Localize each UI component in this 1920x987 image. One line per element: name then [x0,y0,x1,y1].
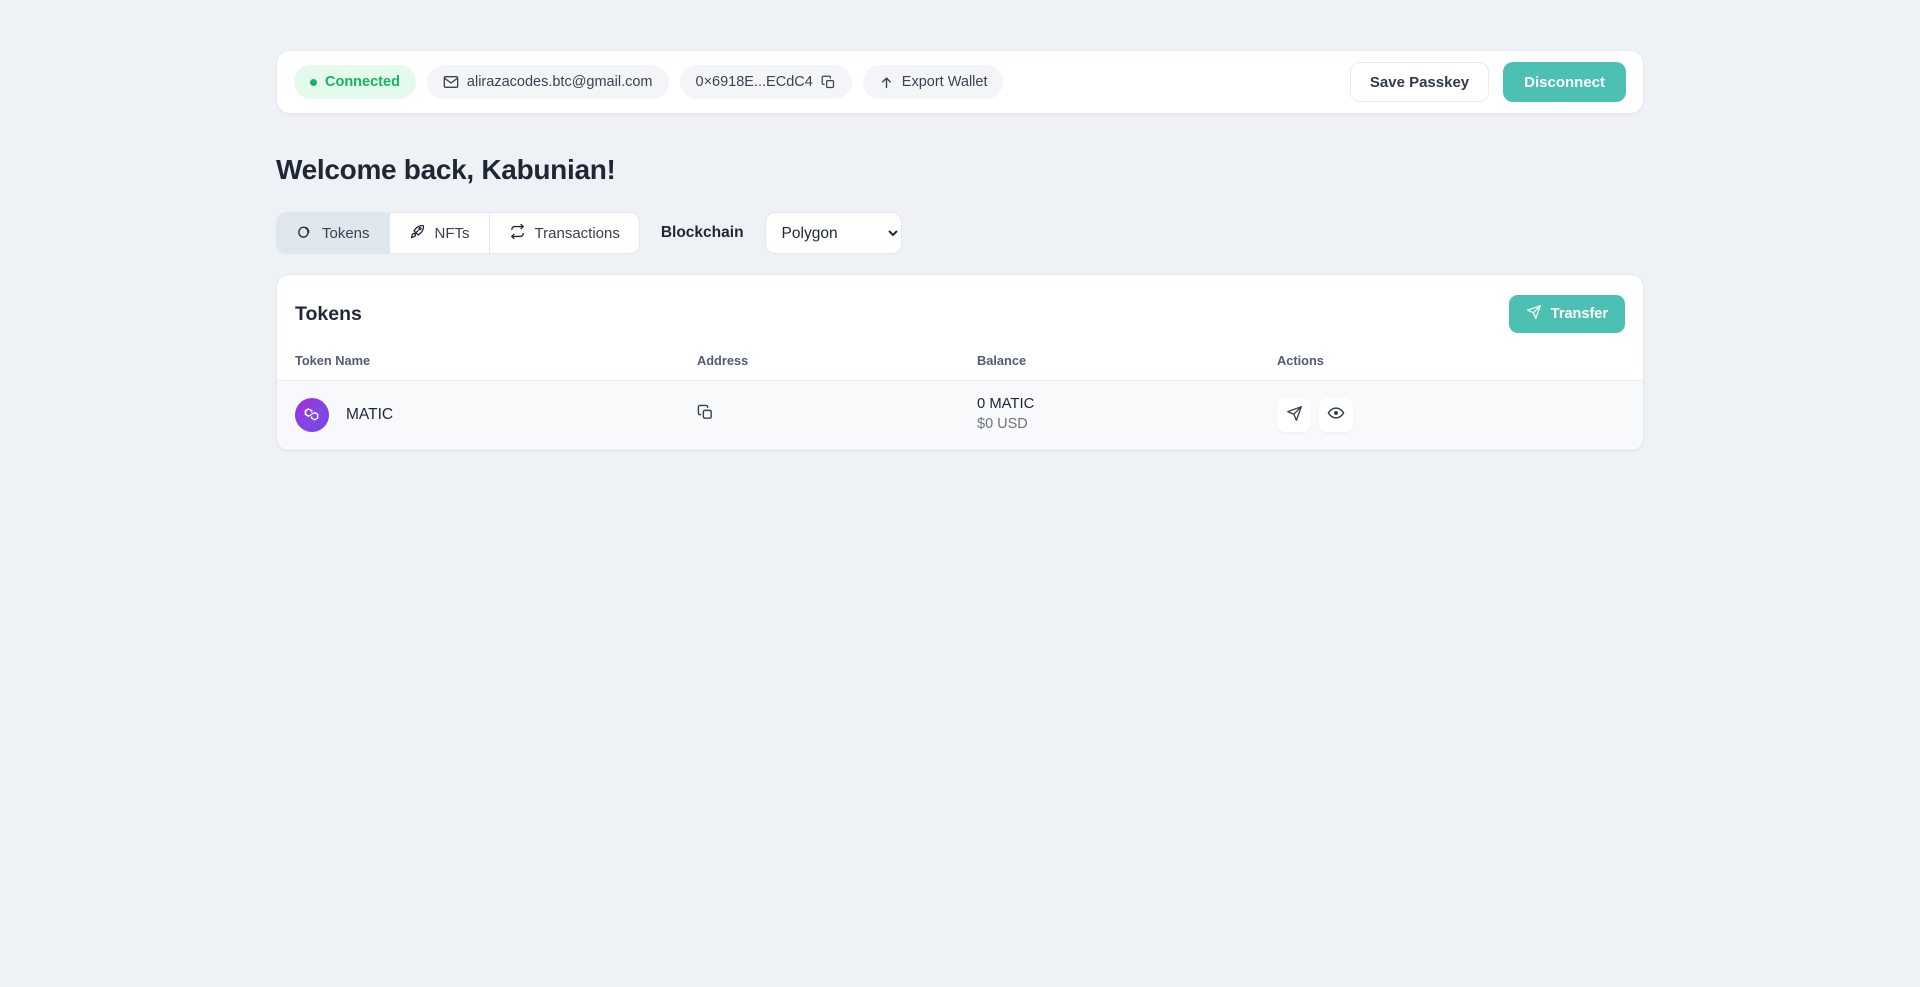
tokens-table-head: Token Name Address Balance Actions [277,349,1643,381]
disconnect-button[interactable]: Disconnect [1503,62,1626,102]
status-bar-left-group: Connected alirazacodes.btc@gmail.com 0×6… [294,65,1350,99]
tab-nfts-label: NFTs [434,224,470,242]
export-wallet-label: Export Wallet [901,74,988,90]
send-icon [1526,304,1542,324]
tab-transactions-label: Transactions [534,224,620,242]
view-tabs: Tokens NFTs Transactions [276,212,640,254]
tabs-and-filter-row: Tokens NFTs Transactions Blockchain Poly… [276,212,1644,254]
column-header-actions: Actions [1277,353,1324,368]
cell-balance: 0 MATIC $0 USD [967,381,1267,450]
tab-transactions[interactable]: Transactions [489,213,639,253]
token-identity: MATIC [295,397,677,432]
rocket-icon [409,223,426,244]
blockchain-label: Blockchain [660,224,744,241]
copy-icon[interactable] [821,75,836,90]
connection-status-badge: Connected [294,65,416,99]
wallet-status-bar: Connected alirazacodes.btc@gmail.com 0×6… [276,50,1644,114]
row-actions [1277,397,1633,432]
tab-nfts[interactable]: NFTs [389,213,490,253]
row-send-button[interactable] [1277,397,1311,432]
tokens-card-header: Tokens Transfer [277,275,1643,349]
save-passkey-button[interactable]: Save Passkey [1349,62,1490,102]
tokens-card: Tokens Transfer Token Name Address Balan… [276,274,1644,451]
eye-icon [1327,404,1345,425]
page-container: Connected alirazacodes.btc@gmail.com 0×6… [276,0,1644,451]
tab-tokens-label: Tokens [322,224,370,242]
connection-status-label: Connected [325,74,400,90]
row-view-button[interactable] [1319,397,1353,432]
coin-icon [296,223,313,244]
tab-tokens[interactable]: Tokens [277,213,390,253]
balance-usd: $0 USD [977,415,1028,432]
blockchain-select[interactable]: Polygon [764,212,902,254]
arrow-up-icon [879,75,894,90]
account-email-pill[interactable]: alirazacodes.btc@gmail.com [426,65,669,99]
tokens-card-title: Tokens [295,302,362,325]
status-bar-right-group: Save Passkey Disconnect [1349,62,1626,102]
status-dot-icon [310,78,317,86]
column-header-balance: Balance [977,353,1027,368]
wallet-address-pill[interactable]: 0×6918E...ECdC4 [679,65,852,99]
tokens-table-header-row: Token Name Address Balance Actions [277,349,1643,381]
page-title: Welcome back, Kabunian! [276,154,616,185]
cell-actions [1267,381,1643,450]
tokens-table-body: MATIC 0 MATIC $0 USD [277,380,1643,450]
transfer-button[interactable]: Transfer [1508,295,1625,333]
polygon-logo-icon [295,397,329,432]
wallet-address-label: 0×6918E...ECdC4 [695,74,813,90]
app-page: Connected alirazacodes.btc@gmail.com 0×6… [0,0,1920,987]
column-header-address: Address [697,353,749,368]
account-email-label: alirazacodes.btc@gmail.com [466,74,653,90]
export-wallet-button[interactable]: Export Wallet [862,65,1004,99]
copy-address-icon[interactable] [697,404,714,421]
token-name-label: MATIC [346,405,394,423]
send-icon [1286,405,1303,425]
cell-address [687,381,967,450]
mail-icon [443,74,459,90]
transfer-button-label: Transfer [1550,306,1608,322]
cell-token-name: MATIC [277,381,687,450]
column-header-token-name: Token Name [295,353,371,368]
table-row: MATIC 0 MATIC $0 USD [277,380,1643,450]
swap-arrows-icon [509,223,526,244]
tokens-table: Token Name Address Balance Actions MATIC… [277,349,1643,450]
balance-amount: 0 MATIC [977,396,1035,412]
